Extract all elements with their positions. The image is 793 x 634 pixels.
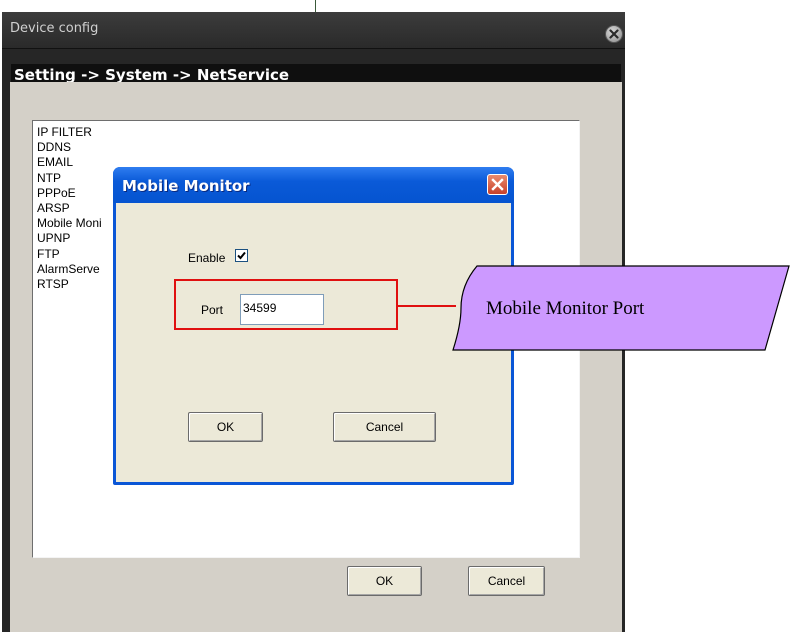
cancel-button[interactable]: Cancel bbox=[468, 566, 545, 596]
service-list-items: IP FILTER DDNS EMAIL NTP PPPoE ARSP Mobi… bbox=[37, 125, 102, 292]
list-item[interactable]: UPNP bbox=[37, 231, 102, 246]
enable-label: Enable bbox=[188, 251, 226, 265]
list-item[interactable]: Mobile Moni bbox=[37, 216, 102, 231]
breadcrumb-bar: Setting -> System -> NetService bbox=[11, 64, 621, 84]
list-item[interactable]: EMAIL bbox=[37, 155, 102, 170]
list-item[interactable]: PPPoE bbox=[37, 186, 102, 201]
callout-connector-line bbox=[398, 305, 456, 307]
list-item[interactable]: ARSP bbox=[37, 201, 102, 216]
list-item[interactable]: FTP bbox=[37, 247, 102, 262]
dialog-cancel-button[interactable]: Cancel bbox=[333, 412, 436, 442]
callout-label: Mobile Monitor Port bbox=[486, 298, 645, 319]
list-item[interactable]: NTP bbox=[37, 171, 102, 186]
list-item[interactable]: DDNS bbox=[37, 140, 102, 155]
ok-button[interactable]: OK bbox=[347, 566, 422, 596]
dialog-ok-button[interactable]: OK bbox=[188, 412, 263, 442]
window-top-divider bbox=[315, 0, 316, 12]
port-highlight-box bbox=[174, 279, 398, 330]
dialog-title-bar[interactable]: Mobile Monitor bbox=[113, 167, 514, 203]
list-item[interactable]: AlarmServe bbox=[37, 262, 102, 277]
enable-checkbox[interactable] bbox=[235, 249, 248, 262]
window-close-button[interactable] bbox=[605, 25, 623, 43]
window-title: Device config bbox=[10, 21, 99, 36]
close-icon bbox=[491, 178, 504, 191]
window-title-bar[interactable]: Device config bbox=[2, 12, 625, 49]
dialog-title: Mobile Monitor bbox=[122, 177, 250, 195]
close-icon bbox=[609, 29, 619, 39]
checkmark-icon bbox=[237, 251, 246, 260]
list-item[interactable]: RTSP bbox=[37, 277, 102, 292]
dialog-close-button[interactable] bbox=[487, 174, 508, 195]
list-item[interactable]: IP FILTER bbox=[37, 125, 102, 140]
